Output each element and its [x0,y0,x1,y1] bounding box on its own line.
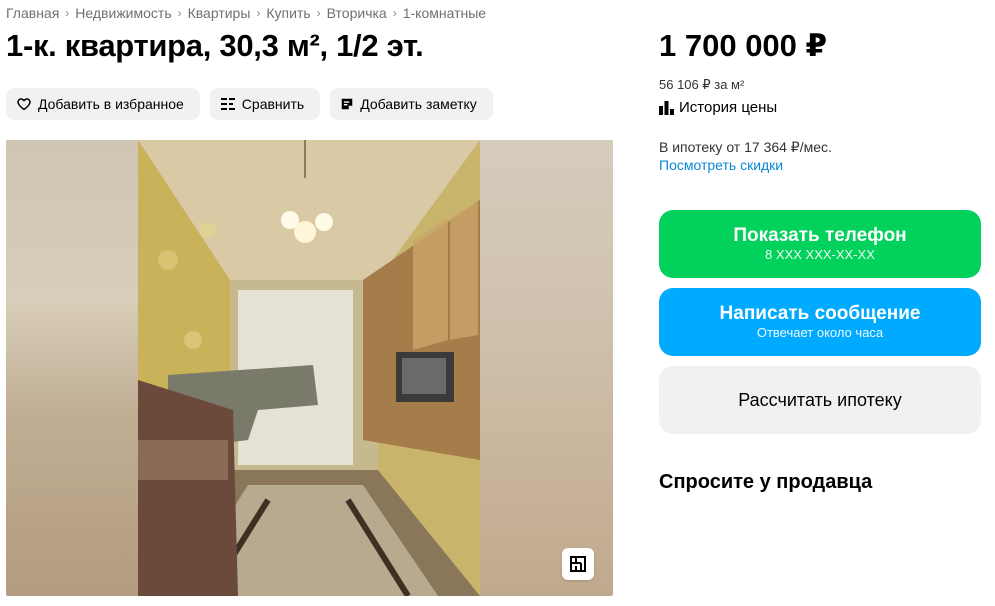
price-history-label: История цены [679,99,778,116]
note-icon [341,98,353,110]
compare-button[interactable]: Сравнить [209,88,321,120]
response-time-text: Отвечает около часа [756,325,884,340]
breadcrumb-secondary[interactable]: Вторичка [327,5,387,21]
breadcrumb-apartments[interactable]: Квартиры [188,5,251,21]
heart-icon [17,98,31,111]
calculate-mortgage-label: Рассчитать ипотеку [738,390,902,410]
listing-price: 1 700 000 ₽ [659,28,828,63]
chevron-right-icon: › [177,6,182,20]
gallery-blur-right [480,140,613,596]
breadcrumb-one-room[interactable]: 1-комнатные [403,5,486,21]
breadcrumb-buy[interactable]: Купить [266,5,310,21]
write-message-label: Написать сообщение [719,303,921,324]
add-note-label: Добавить заметку [360,96,477,112]
chevron-right-icon: › [392,6,397,20]
price-history-link[interactable]: История цены [659,99,777,116]
chevron-right-icon: › [256,6,261,20]
photo-gallery[interactable] [6,140,613,596]
add-to-favorites-label: Добавить в избранное [38,96,184,112]
add-note-button[interactable]: Добавить заметку [330,88,493,120]
compare-icon [220,98,235,110]
view-discounts-link[interactable]: Посмотреть скидки [659,157,783,173]
mortgage-monthly-text: В ипотеку от 17 364 ₽/мес. [659,139,832,155]
show-phone-button[interactable]: Показать телефон 8 XXX XXX-XX-XX [659,210,981,278]
chevron-right-icon: › [65,6,70,20]
listing-photo[interactable] [138,140,480,596]
add-to-favorites-button[interactable]: Добавить в избранное [6,88,200,120]
breadcrumb-real-estate[interactable]: Недвижимость [75,5,171,21]
listing-actions: Добавить в избранное Сравнить Добавить з… [6,88,493,120]
floor-plan-icon [570,556,586,572]
page-title: 1-к. квартира, 30,3 м², 1/2 эт. [6,28,424,63]
breadcrumb: Главная › Недвижимость › Квартиры › Купи… [6,5,486,21]
bar-chart-icon [659,100,674,115]
gallery-blur-left [6,140,138,596]
breadcrumb-home[interactable]: Главная [6,5,59,21]
room-photo-illustration [138,140,480,596]
calculate-mortgage-button[interactable]: Рассчитать ипотеку [659,366,981,434]
masked-phone-number: 8 XXX XXX-XX-XX [765,247,875,262]
show-phone-label: Показать телефон [733,225,907,246]
compare-label: Сравнить [241,96,305,112]
price-per-square-meter: 56 106 ₽ за м² [659,77,745,92]
ask-seller-heading: Спросите у продавца [659,471,873,493]
floor-plan-button[interactable] [562,548,594,580]
chevron-right-icon: › [316,6,321,20]
write-message-button[interactable]: Написать сообщение Отвечает около часа [659,288,981,356]
